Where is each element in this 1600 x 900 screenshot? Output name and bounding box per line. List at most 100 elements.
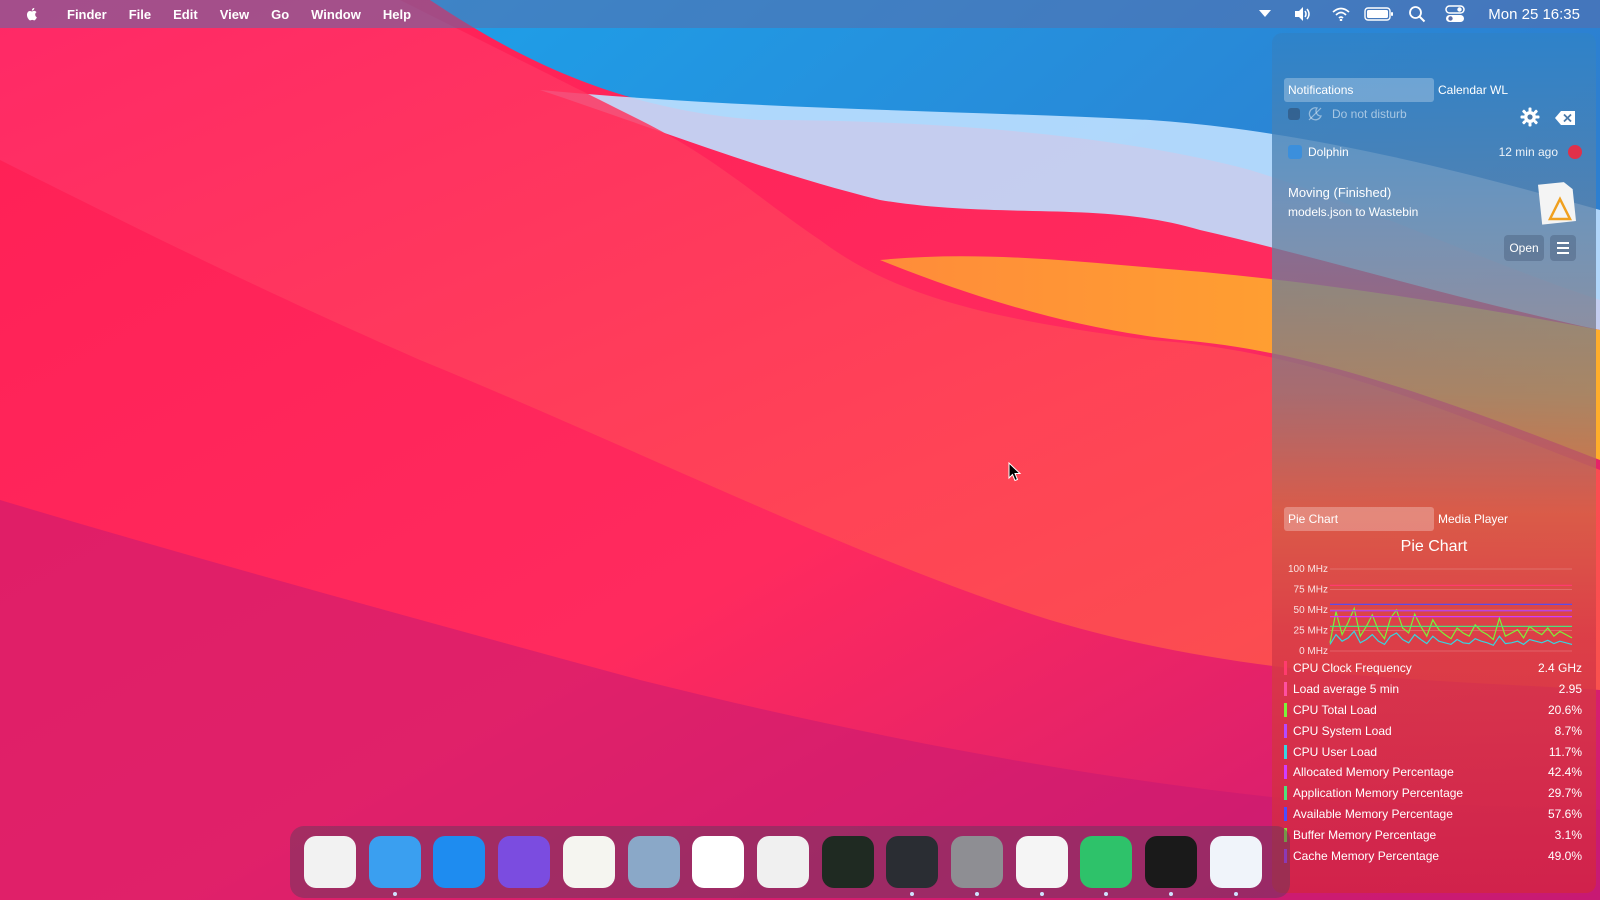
chart-y-tick-label: 0 MHz: [1299, 646, 1328, 657]
photos-icon[interactable]: [692, 836, 745, 888]
tab-calendar-wl[interactable]: Calendar WL: [1434, 78, 1584, 102]
tab-media-player[interactable]: Media Player: [1434, 507, 1584, 531]
legend-label: CPU Clock Frequency: [1293, 661, 1412, 676]
chart-y-tick-label: 100 MHz: [1288, 564, 1328, 575]
launchpad-icon[interactable]: [304, 836, 356, 888]
legend-value: 49.0%: [1547, 848, 1582, 863]
menu-help[interactable]: Help: [372, 7, 422, 22]
terminal-icon[interactable]: [886, 836, 939, 888]
preview-icon[interactable]: [627, 836, 680, 888]
menu-go[interactable]: Go: [260, 7, 300, 22]
legend-swatch: [1284, 786, 1287, 801]
wifi-icon[interactable]: [1322, 0, 1360, 28]
legend-swatch: [1284, 744, 1287, 759]
menu-bar-clock[interactable]: Mon 25 16:35: [1474, 6, 1600, 23]
mouse-cursor-icon: [1008, 462, 1022, 482]
chart-y-tick-label: 50 MHz: [1294, 605, 1328, 616]
dock-running-indicator: [392, 892, 397, 896]
open-button[interactable]: Open: [1504, 235, 1544, 261]
dismiss-notification-button[interactable]: [1568, 145, 1582, 159]
gear-icon[interactable]: [1520, 107, 1540, 127]
dock-running-indicator: [910, 892, 915, 896]
legend-swatch: [1284, 806, 1287, 821]
legend-label: Allocated Memory Percentage: [1293, 765, 1454, 780]
legend-value: 57.6%: [1547, 806, 1582, 821]
legend-swatch: [1284, 723, 1287, 738]
legend-swatch: [1284, 682, 1287, 697]
menu-window[interactable]: Window: [300, 7, 372, 22]
screenshot-icon[interactable]: [756, 836, 809, 888]
legend-row: CPU Clock Frequency 2.4 GHz: [1284, 658, 1584, 679]
notification-header: Dolphin 12 min ago: [1288, 145, 1582, 159]
system-settings-icon[interactable]: [951, 836, 1003, 888]
menu-edit[interactable]: Edit: [162, 7, 209, 22]
menu-bar: Finder File Edit View Go Window Help Mon…: [0, 0, 1600, 28]
legend-row: CPU User Load 11.7%: [1284, 741, 1584, 762]
widget-title: Pie Chart: [1400, 538, 1468, 555]
legend-value: 42.4%: [1547, 765, 1582, 780]
legend-row: Application Memory Percentage 29.7%: [1284, 783, 1584, 804]
legend-row: Cache Memory Percentage 49.0%: [1284, 845, 1584, 866]
notification-title: Moving (Finished): [1288, 185, 1392, 200]
legend-label: Load average 5 min: [1293, 682, 1400, 697]
text-editor-icon[interactable]: [562, 836, 615, 888]
legend-value: 3.1%: [1554, 827, 1582, 842]
dropdown-arrow-icon[interactable]: [1246, 0, 1284, 28]
chart-series-line: [1329, 606, 1573, 643]
chart-y-tick-label: 75 MHz: [1294, 585, 1328, 596]
finder-icon[interactable]: [368, 836, 421, 888]
menu-app-finder[interactable]: Finder: [56, 7, 118, 22]
hamburger-menu-icon: [1557, 242, 1569, 254]
do-not-disturb-toggle[interactable]: Do not disturb: [1288, 107, 1407, 121]
spotify-icon[interactable]: [1145, 836, 1198, 888]
search-icon[interactable]: [1398, 0, 1436, 28]
app-store-icon[interactable]: [433, 836, 486, 888]
download-manager-icon[interactable]: [1080, 836, 1133, 888]
volume-icon[interactable]: [1284, 0, 1322, 28]
legend-value: 20.6%: [1547, 702, 1582, 717]
notification-app-name: Dolphin: [1308, 145, 1349, 159]
battery-icon[interactable]: [1360, 0, 1398, 28]
panel-top-tabs: Notifications Calendar WL: [1284, 78, 1584, 102]
dock-running-indicator: [975, 892, 979, 896]
legend-label: Application Memory Percentage: [1293, 786, 1464, 801]
chart-y-tick-label: 25 MHz: [1294, 626, 1328, 637]
system-monitor-chart: 100 MHz 75 MHz 50 MHz 25 MHz 0 MHz: [1288, 564, 1573, 657]
menu-file[interactable]: File: [118, 7, 162, 22]
visual-studio-code-icon[interactable]: [1209, 836, 1262, 888]
more-actions-button[interactable]: [1550, 235, 1576, 261]
clear-all-icon[interactable]: [1554, 110, 1576, 126]
legend-row: Available Memory Percentage 57.6%: [1284, 804, 1584, 825]
firefox-icon[interactable]: [498, 836, 551, 888]
legend-value: 2.95: [1558, 682, 1582, 697]
dock-running-indicator: [1039, 892, 1044, 896]
do-not-disturb-icon: [1308, 107, 1322, 121]
legend-row: CPU System Load 8.7%: [1284, 720, 1584, 741]
legend-label: CPU System Load: [1293, 723, 1392, 738]
legend-value: 29.7%: [1547, 786, 1582, 801]
panel-bottom-tabs: Pie Chart Media Player: [1284, 507, 1584, 531]
do-not-disturb-checkbox[interactable]: [1288, 108, 1300, 120]
side-panel: Notifications Calendar WL Do not disturb: [1272, 33, 1596, 893]
legend-row: Load average 5 min 2.95: [1284, 679, 1584, 700]
legend-row: Allocated Memory Percentage 42.4%: [1284, 762, 1584, 783]
legend-row: CPU Total Load 20.6%: [1284, 700, 1584, 721]
document-thumbnail-icon: [1537, 182, 1576, 225]
brave-icon[interactable]: [1015, 836, 1068, 888]
tab-notifications[interactable]: Notifications: [1284, 78, 1434, 102]
chart-legend: CPU Clock Frequency 2.4 GHz Load average 5…: [1284, 658, 1584, 866]
notification-time: 12 min ago: [1498, 145, 1558, 159]
legend-value: 2.4 GHz: [1537, 661, 1582, 676]
legend-swatch: [1284, 702, 1287, 717]
apple-menu-icon[interactable]: [24, 6, 40, 22]
dolphin-app-icon: [1288, 145, 1302, 159]
legend-value: 8.7%: [1554, 723, 1582, 738]
dock: [290, 826, 1290, 898]
tab-pie-chart[interactable]: Pie Chart: [1284, 507, 1434, 531]
legend-swatch: [1284, 765, 1287, 780]
menu-view[interactable]: View: [209, 7, 260, 22]
legend-label: Cache Memory Percentage: [1293, 848, 1440, 863]
control-center-icon[interactable]: [1436, 0, 1474, 28]
legend-label: CPU Total Load: [1293, 702, 1377, 717]
activity-monitor-icon[interactable]: [821, 836, 874, 888]
